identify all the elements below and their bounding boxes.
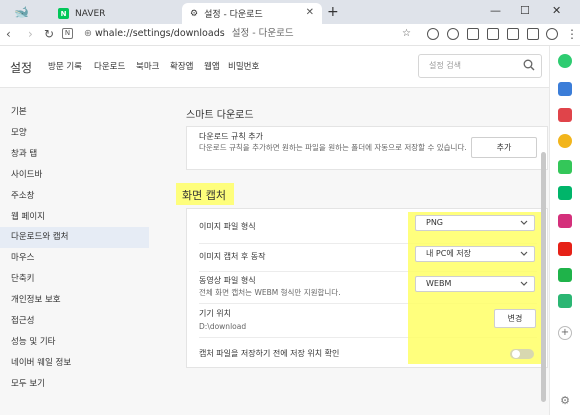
address-bar: ‹ › ↻ N ⊛ whale://settings/downloads 설정 … bbox=[0, 24, 580, 46]
naver-favicon-icon: N bbox=[58, 8, 69, 19]
url-field[interactable]: ⊛ whale://settings/downloads 설정 - 다운로드 bbox=[84, 27, 294, 41]
image-format-label: 이미지 파일 형식 bbox=[199, 222, 256, 231]
settings-favicon-icon: ⚙ bbox=[190, 8, 199, 19]
url-page-title: 설정 - 다운로드 bbox=[231, 28, 294, 39]
tab-close-icon[interactable]: ✕ bbox=[306, 7, 314, 18]
youtube-icon[interactable] bbox=[558, 242, 572, 256]
tab-naver[interactable]: N NAVER bbox=[50, 3, 180, 24]
settings-sidebar: 기본 모양 창과 탭 사이드바 주소창 웹 페이지 다운로드와 캡처 마우스 단… bbox=[0, 88, 170, 415]
profile-icon[interactable] bbox=[546, 28, 558, 40]
nav-webapps[interactable]: 웹앱 bbox=[204, 60, 220, 72]
tab-settings[interactable]: ⚙ 설정 - 다운로드 ✕ bbox=[182, 3, 322, 24]
screen-capture-heading: 화면 캡처 bbox=[182, 189, 226, 202]
sidebar-item-windows-tabs[interactable]: 창과 탭 bbox=[0, 144, 149, 165]
nav-bookmarks[interactable]: 북마크 bbox=[136, 60, 159, 72]
video-format-label: 동영상 파일 형식 bbox=[199, 276, 256, 285]
sidebar-item-basic[interactable]: 기본 bbox=[0, 102, 149, 123]
new-tab-button[interactable]: + bbox=[327, 4, 339, 20]
sidebar-item-view-all[interactable]: 모두 보기 bbox=[0, 374, 149, 395]
sidebar-item-address-bar[interactable]: 주소창 bbox=[0, 186, 149, 207]
after-capture-label: 이미지 캡처 후 동작 bbox=[199, 252, 266, 261]
sidebar-item-sidebar[interactable]: 사이드바 bbox=[0, 165, 149, 186]
nav-extensions[interactable]: 확장앱 bbox=[170, 60, 193, 72]
nav-history[interactable]: 방문 기록 bbox=[48, 60, 82, 72]
tab-naver-label: NAVER bbox=[75, 8, 106, 19]
cafe-icon[interactable] bbox=[558, 294, 572, 308]
confirm-location-toggle[interactable] bbox=[510, 349, 534, 359]
capture-icon[interactable] bbox=[467, 28, 479, 40]
sidebar-item-about[interactable]: 네이버 웨일 정보 bbox=[0, 353, 149, 374]
video-format-select[interactable]: WEBM bbox=[415, 276, 535, 292]
settings-title: 설정 bbox=[10, 61, 33, 75]
naver-shortcut-icon[interactable]: N bbox=[62, 28, 73, 39]
translate-icon[interactable] bbox=[447, 28, 459, 40]
chat-icon[interactable] bbox=[558, 186, 572, 200]
nav-passwords[interactable]: 비밀번호 bbox=[228, 60, 259, 72]
reload-button[interactable]: ↻ bbox=[44, 27, 54, 41]
change-location-button[interactable]: 변경 bbox=[494, 309, 536, 328]
tab-bar: 🐋 N NAVER ⚙ 설정 - 다운로드 ✕ + — ☐ ✕ bbox=[0, 0, 580, 24]
settings-search-input[interactable]: 설정 검색 bbox=[418, 54, 542, 78]
whale-sidebar: + ⚙ bbox=[549, 46, 580, 415]
video-format-description: 전체 화면 캡처는 WEBM 형식만 지원합니다. bbox=[199, 288, 341, 297]
forward-button[interactable]: › bbox=[28, 27, 33, 41]
chevron-down-icon bbox=[520, 220, 528, 225]
location-label: 기기 위치 bbox=[199, 309, 231, 318]
add-app-icon[interactable]: + bbox=[558, 326, 572, 340]
sidebar-item-performance[interactable]: 성능 및 기타 bbox=[0, 332, 149, 353]
menu-icon[interactable]: ⋮ bbox=[566, 27, 578, 41]
location-value: D:\download bbox=[199, 322, 247, 331]
toggle-knob bbox=[512, 350, 520, 358]
after-capture-select[interactable]: 내 PC에 저장 bbox=[415, 246, 535, 262]
content-scrollbar[interactable] bbox=[541, 152, 546, 402]
search-icon bbox=[523, 59, 535, 71]
search-placeholder: 설정 검색 bbox=[429, 61, 461, 70]
settings-header: 설정 방문 기록 다운로드 북마크 확장앱 웹앱 비밀번호 설정 검색 bbox=[0, 46, 549, 88]
sidebar-item-mouse[interactable]: 마우스 bbox=[0, 248, 149, 269]
video-icon[interactable] bbox=[487, 28, 499, 40]
tab-settings-label: 설정 - 다운로드 bbox=[204, 10, 263, 20]
star-icon[interactable] bbox=[558, 134, 572, 148]
smart-download-heading: 스마트 다운로드 bbox=[186, 110, 254, 121]
back-button[interactable]: ‹ bbox=[6, 27, 11, 41]
settings-content: 스마트 다운로드 다운로드 규칙 추가 다운로드 규칙을 추가하면 원하는 파일… bbox=[170, 88, 549, 415]
whale-url-icon: ⊛ bbox=[84, 28, 92, 39]
download-icon[interactable] bbox=[527, 28, 539, 40]
minimize-button[interactable]: — bbox=[490, 4, 501, 17]
chevron-down-icon bbox=[520, 281, 528, 286]
sidebar-item-privacy[interactable]: 개인정보 보호 bbox=[0, 290, 149, 311]
confirm-location-label: 캡처 파일을 저장하기 전에 저장 위치 확인 bbox=[199, 349, 340, 358]
video-format-value: WEBM bbox=[426, 279, 452, 288]
screenshot-icon[interactable] bbox=[507, 28, 519, 40]
chevron-down-icon bbox=[520, 251, 528, 256]
image-format-value: PNG bbox=[426, 218, 444, 227]
sidebar-item-downloads-capture[interactable]: 다운로드와 캡처 bbox=[0, 227, 149, 248]
add-rule-button[interactable]: 추가 bbox=[471, 137, 537, 158]
naver-webtoon-icon[interactable] bbox=[558, 160, 572, 174]
bookmark-manage-icon[interactable]: ☆ bbox=[402, 27, 411, 41]
pocket-icon[interactable] bbox=[558, 108, 572, 122]
calendar-icon[interactable] bbox=[558, 82, 572, 96]
whale-logo-icon: 🐋 bbox=[14, 5, 29, 19]
sidebar-item-web-page[interactable]: 웹 페이지 bbox=[0, 207, 149, 228]
url-text: whale://settings/downloads bbox=[95, 28, 225, 39]
rule-title: 다운로드 규칙 추가 bbox=[199, 132, 263, 141]
sidebar-item-accessibility[interactable]: 접근성 bbox=[0, 311, 149, 332]
extension-icon[interactable] bbox=[427, 28, 439, 40]
image-format-select[interactable]: PNG bbox=[415, 215, 535, 231]
instagram-icon[interactable] bbox=[558, 214, 572, 228]
after-capture-value: 내 PC에 저장 bbox=[426, 249, 471, 258]
mail-icon[interactable] bbox=[558, 268, 572, 282]
close-window-button[interactable]: ✕ bbox=[552, 4, 561, 17]
nav-downloads[interactable]: 다운로드 bbox=[94, 60, 125, 72]
maximize-button[interactable]: ☐ bbox=[520, 4, 530, 17]
rule-description: 다운로드 규칙을 추가하면 원하는 파일을 원하는 폴더에 자동으로 저장할 수… bbox=[199, 143, 467, 152]
sidebar-settings-icon[interactable]: ⚙ bbox=[558, 394, 572, 408]
green-app-icon[interactable] bbox=[558, 54, 572, 68]
sidebar-item-appearance[interactable]: 모양 bbox=[0, 123, 149, 144]
sidebar-item-shortcuts[interactable]: 단축키 bbox=[0, 269, 149, 290]
smart-download-card: 다운로드 규칙 추가 다운로드 규칙을 추가하면 원하는 파일을 원하는 폴더에… bbox=[186, 126, 548, 170]
